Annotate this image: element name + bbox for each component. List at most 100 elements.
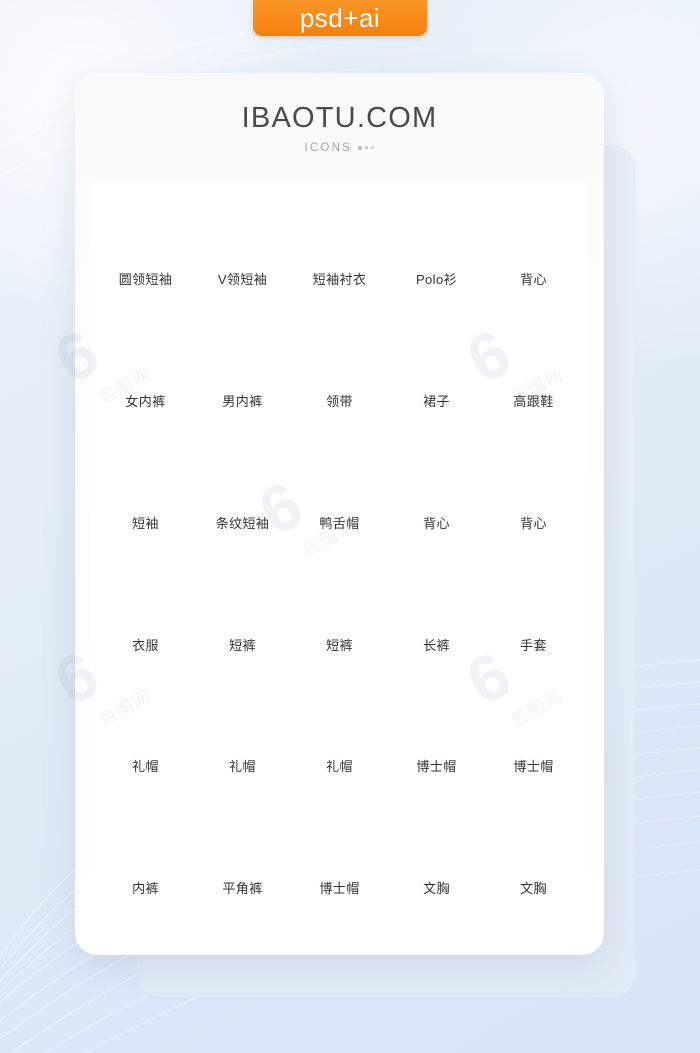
- icon-cell[interactable]: M22 34 C22 24 26 18 32 18 C38 18 42 24 4…: [194, 685, 291, 807]
- icon-label: 鸭舌帽: [319, 515, 360, 531]
- icon-cell[interactable]: M24 13 L14 19 L9 27 L15 32 L19 28 L19 51…: [97, 442, 194, 564]
- striped-tshirt-icon[interactable]: M24 13 L14 19 L9 27 L15 32 L19 28 L19 51…: [214, 456, 272, 510]
- icon-cell[interactable]: M24 13 L14 19 L9 27 L15 32 L19 28 L19 51…: [291, 198, 388, 320]
- icon-cell[interactable]: M24 26 C22 22 17 23 16 27 C15 31 18 34 2…: [485, 564, 582, 686]
- icon-label: 裙子: [423, 393, 450, 409]
- icon-label: 博士帽: [416, 759, 457, 775]
- icon-cell[interactable]: M23 12 L15 17 L15 52 L49 52 L49 17 L41 1…: [485, 198, 582, 320]
- buttoned-shirt-icon[interactable]: M22 14 L14 18 L14 50 L50 50 L50 18 L42 1…: [117, 578, 175, 632]
- icon-cell[interactable]: M32 15 L54 26 L32 37 L10 26 Z M44 32 L44…: [388, 685, 485, 807]
- mens-underwear-icon[interactable]: M13 20 C13 18 15 17 17 17 L47 17 C49 17 …: [117, 821, 175, 875]
- v-neck-tshirt-icon[interactable]: M24 13 L14 19 L9 27 L15 32 L19 28 L19 51…: [214, 212, 272, 266]
- icon-label: 领带: [326, 393, 353, 409]
- icon-label: 背心: [520, 272, 547, 287]
- graduation-cap-tassel-icon[interactable]: M32 15 L54 26 L32 37 L10 26 Z M44 32 L44…: [505, 699, 563, 753]
- cargo-shorts-icon[interactable]: M14 20 C14 18 16 17 18 17 L46 17 C48 17 …: [311, 578, 369, 632]
- icon-cell[interactable]: M26 12 L38 12 L36 22 L28 22 Z M28 22 L22…: [291, 320, 388, 442]
- icon-cell[interactable]: M20 12 L44 12 L46 50 L37 50 L32 28 L27 5…: [388, 564, 485, 686]
- icon-cell[interactable]: M9 23 C9 19 14 19 17 23 C21 28 27 34 32 …: [485, 807, 582, 929]
- icon-cell[interactable]: M23 12 L15 17 L15 52 L49 52 L49 17 L41 1…: [485, 442, 582, 564]
- psd-ai-badge-label: psd+ai: [299, 2, 381, 33]
- icon-cell[interactable]: M22 14 L14 18 L14 50 L50 50 L50 18 L42 1…: [97, 564, 194, 686]
- icon-label: 博士帽: [513, 759, 554, 775]
- icon-label: 礼帽: [229, 759, 256, 775]
- necktie-icon[interactable]: M26 12 L38 12 L36 22 L28 22 Z M28 22 L22…: [311, 334, 369, 388]
- icon-label: 礼帽: [132, 759, 159, 775]
- tank-top-icon[interactable]: M23 12 L15 17 L15 52 L49 52 L49 17 L41 1…: [408, 456, 466, 510]
- shorts-icon[interactable]: M14 20 C14 18 16 17 18 17 L46 17 C48 17 …: [214, 578, 272, 632]
- icon-cell[interactable]: M12 20 L52 20 L52 26 C44 28 38 32 38 44 …: [194, 320, 291, 442]
- icon-cell[interactable]: M20 38 C20 25 25 17 32 17 C39 17 44 25 4…: [291, 685, 388, 807]
- icon-cell[interactable]: M32 15 L54 26 L32 37 L10 26 Z M44 32 L44…: [485, 685, 582, 807]
- bra-alt-icon[interactable]: M9 23 C9 19 14 19 17 23 C21 28 27 34 32 …: [505, 821, 563, 875]
- icon-label: 平角裤: [222, 881, 263, 897]
- icon-label: 高跟鞋: [513, 393, 554, 409]
- icon-label: 礼帽: [326, 759, 353, 775]
- icon-label: 文胸: [423, 881, 450, 897]
- icon-cell[interactable]: M24 13 L14 19 L9 27 L15 32 L19 28 L19 51…: [194, 198, 291, 320]
- page-subtitle: ICONS: [305, 142, 375, 154]
- icon-label: 圆领短袖: [118, 272, 173, 287]
- icon-label: 短裤: [326, 637, 353, 653]
- page-subtitle-text: ICONS: [304, 141, 352, 154]
- icon-label: 长裤: [423, 637, 450, 653]
- icon-label: 背心: [423, 515, 450, 531]
- top-hat-icon[interactable]: M22 20 C22 17 42 17 42 20 L42 41 C42 44 …: [117, 699, 175, 753]
- icon-cell[interactable]: M15 17 L49 17 L49 45 L37 45 L32 34 L27 4…: [194, 807, 291, 929]
- icon-label: 手套: [520, 637, 547, 653]
- icon-label: V领短袖: [217, 272, 268, 287]
- round-hat-icon[interactable]: M20 38 C20 25 25 17 32 17 C39 17 44 25 4…: [311, 699, 369, 753]
- mittens-icon[interactable]: M24 26 C22 22 17 23 16 27 C15 31 18 34 2…: [505, 578, 563, 632]
- icon-grid: M24 13 L14 19 L9 27 L15 32 L19 28 L19 51…: [91, 182, 588, 939]
- icon-label: 短袖衬衣: [312, 272, 367, 287]
- icon-cell[interactable]: M13 20 C13 18 15 17 17 17 L47 17 C49 17 …: [97, 807, 194, 929]
- bra-icon[interactable]: M10 23 C10 20 14 20 16 22 L26 32 C28 34 …: [408, 821, 466, 875]
- icon-label: Polo衫: [415, 272, 458, 287]
- icon-cell[interactable]: M24 13 L14 19 L9 27 L15 32 L19 28 L19 51…: [194, 442, 291, 564]
- graduation-cap-icon[interactable]: M32 15 L54 26 L32 37 L10 26 Z M44 32 L44…: [408, 699, 466, 753]
- crew-neck-tshirt-icon[interactable]: M24 13 L14 19 L9 27 L15 32 L19 28 L19 51…: [117, 212, 175, 266]
- icon-cell[interactable]: M23 12 L15 17 L15 52 L49 52 L49 17 L41 1…: [388, 442, 485, 564]
- icon-grid-panel: M24 13 L14 19 L9 27 L15 32 L19 28 L19 51…: [91, 182, 588, 939]
- icon-label: 衣服: [132, 637, 159, 653]
- icon-cell[interactable]: M13 18 L51 18 L51 26 C47 38 40 48 32 54 …: [291, 807, 388, 929]
- star-tshirt-icon[interactable]: M24 13 L14 19 L9 27 L15 32 L19 28 L19 51…: [117, 456, 175, 510]
- womens-panties-icon[interactable]: M13 18 L51 18 L51 26 C47 38 40 48 32 54 …: [311, 821, 369, 875]
- icon-label: 背心: [520, 515, 547, 531]
- icon-label: 男内裤: [222, 393, 263, 409]
- womens-briefs-icon[interactable]: M12 20 L52 20 C50 34 42 46 38 52 C34 46 …: [117, 334, 175, 388]
- tank-top-icon[interactable]: M23 12 L15 17 L15 52 L49 52 L49 17 L41 1…: [505, 456, 563, 510]
- icon-cell[interactable]: M25 12 C25 17 21 18 21 22 C21 25 24 26 2…: [388, 320, 485, 442]
- icon-cell[interactable]: M12 20 L52 20 C50 34 42 46 38 52 C34 46 …: [97, 320, 194, 442]
- icon-label: 女内裤: [125, 393, 166, 409]
- icon-cell[interactable]: M18 38 C18 24 25 16 34 16 C43 16 50 24 5…: [291, 442, 388, 564]
- subtitle-dots-icon: [357, 145, 375, 150]
- mens-briefs-icon[interactable]: M12 20 L52 20 L52 26 C44 28 38 32 38 44 …: [214, 334, 272, 388]
- psd-ai-badge: psd+ai: [253, 0, 427, 36]
- card-header: IBAOTU.COM ICONS: [75, 73, 604, 182]
- trousers-icon[interactable]: M20 12 L44 12 L46 50 L37 50 L32 28 L27 5…: [408, 578, 466, 632]
- boxer-briefs-icon[interactable]: M15 17 L49 17 L49 45 L37 45 L32 34 L27 4…: [214, 821, 272, 875]
- icon-set-card: IBAOTU.COM ICONS M24 13 L14 19 L9 27 L15…: [75, 73, 604, 955]
- icon-label: 短袖: [132, 515, 159, 531]
- icon-label: 短裤: [229, 637, 256, 653]
- icon-label: 博士帽: [319, 881, 360, 897]
- polo-shirt-icon[interactable]: M24 13 L14 19 L9 27 L15 32 L19 28 L19 51…: [408, 212, 466, 266]
- icon-cell[interactable]: M22 20 C22 17 42 17 42 20 L42 41 C42 44 …: [97, 685, 194, 807]
- short-sleeve-shirt-icon[interactable]: M24 13 L14 19 L9 27 L15 32 L19 28 L19 51…: [311, 212, 369, 266]
- page-title: IBAOTU.COM: [241, 101, 438, 134]
- icon-cell[interactable]: M14 20 C14 18 16 17 18 17 L46 17 C48 17 …: [194, 564, 291, 686]
- icon-label: 文胸: [520, 881, 547, 897]
- icon-cell[interactable]: M10 23 C10 20 14 20 16 22 L26 32 C28 34 …: [388, 807, 485, 929]
- dress-icon[interactable]: M25 12 C25 17 21 18 21 22 C21 25 24 26 2…: [408, 334, 466, 388]
- baseball-cap-icon[interactable]: M18 38 C18 24 25 16 34 16 C43 16 50 24 5…: [311, 456, 369, 510]
- high-heel-shoe-icon[interactable]: M22 16 C22 28 24 36 30 41 C36 46 44 46 5…: [505, 334, 563, 388]
- icon-cell[interactable]: M22 16 C22 28 24 36 30 41 C36 46 44 46 5…: [485, 320, 582, 442]
- bowler-hat-icon[interactable]: M22 34 C22 24 26 18 32 18 C38 18 42 24 4…: [214, 699, 272, 753]
- icon-cell[interactable]: M14 20 C14 18 16 17 18 17 L46 17 C48 17 …: [291, 564, 388, 686]
- icon-label: 条纹短袖: [215, 515, 270, 531]
- icon-label: 内裤: [132, 881, 159, 897]
- icon-cell[interactable]: M24 13 L14 19 L9 27 L15 32 L19 28 L19 51…: [388, 198, 485, 320]
- icon-cell[interactable]: M24 13 L14 19 L9 27 L15 32 L19 28 L19 51…: [97, 198, 194, 320]
- tank-top-icon[interactable]: M23 12 L15 17 L15 52 L49 52 L49 17 L41 1…: [505, 212, 563, 266]
